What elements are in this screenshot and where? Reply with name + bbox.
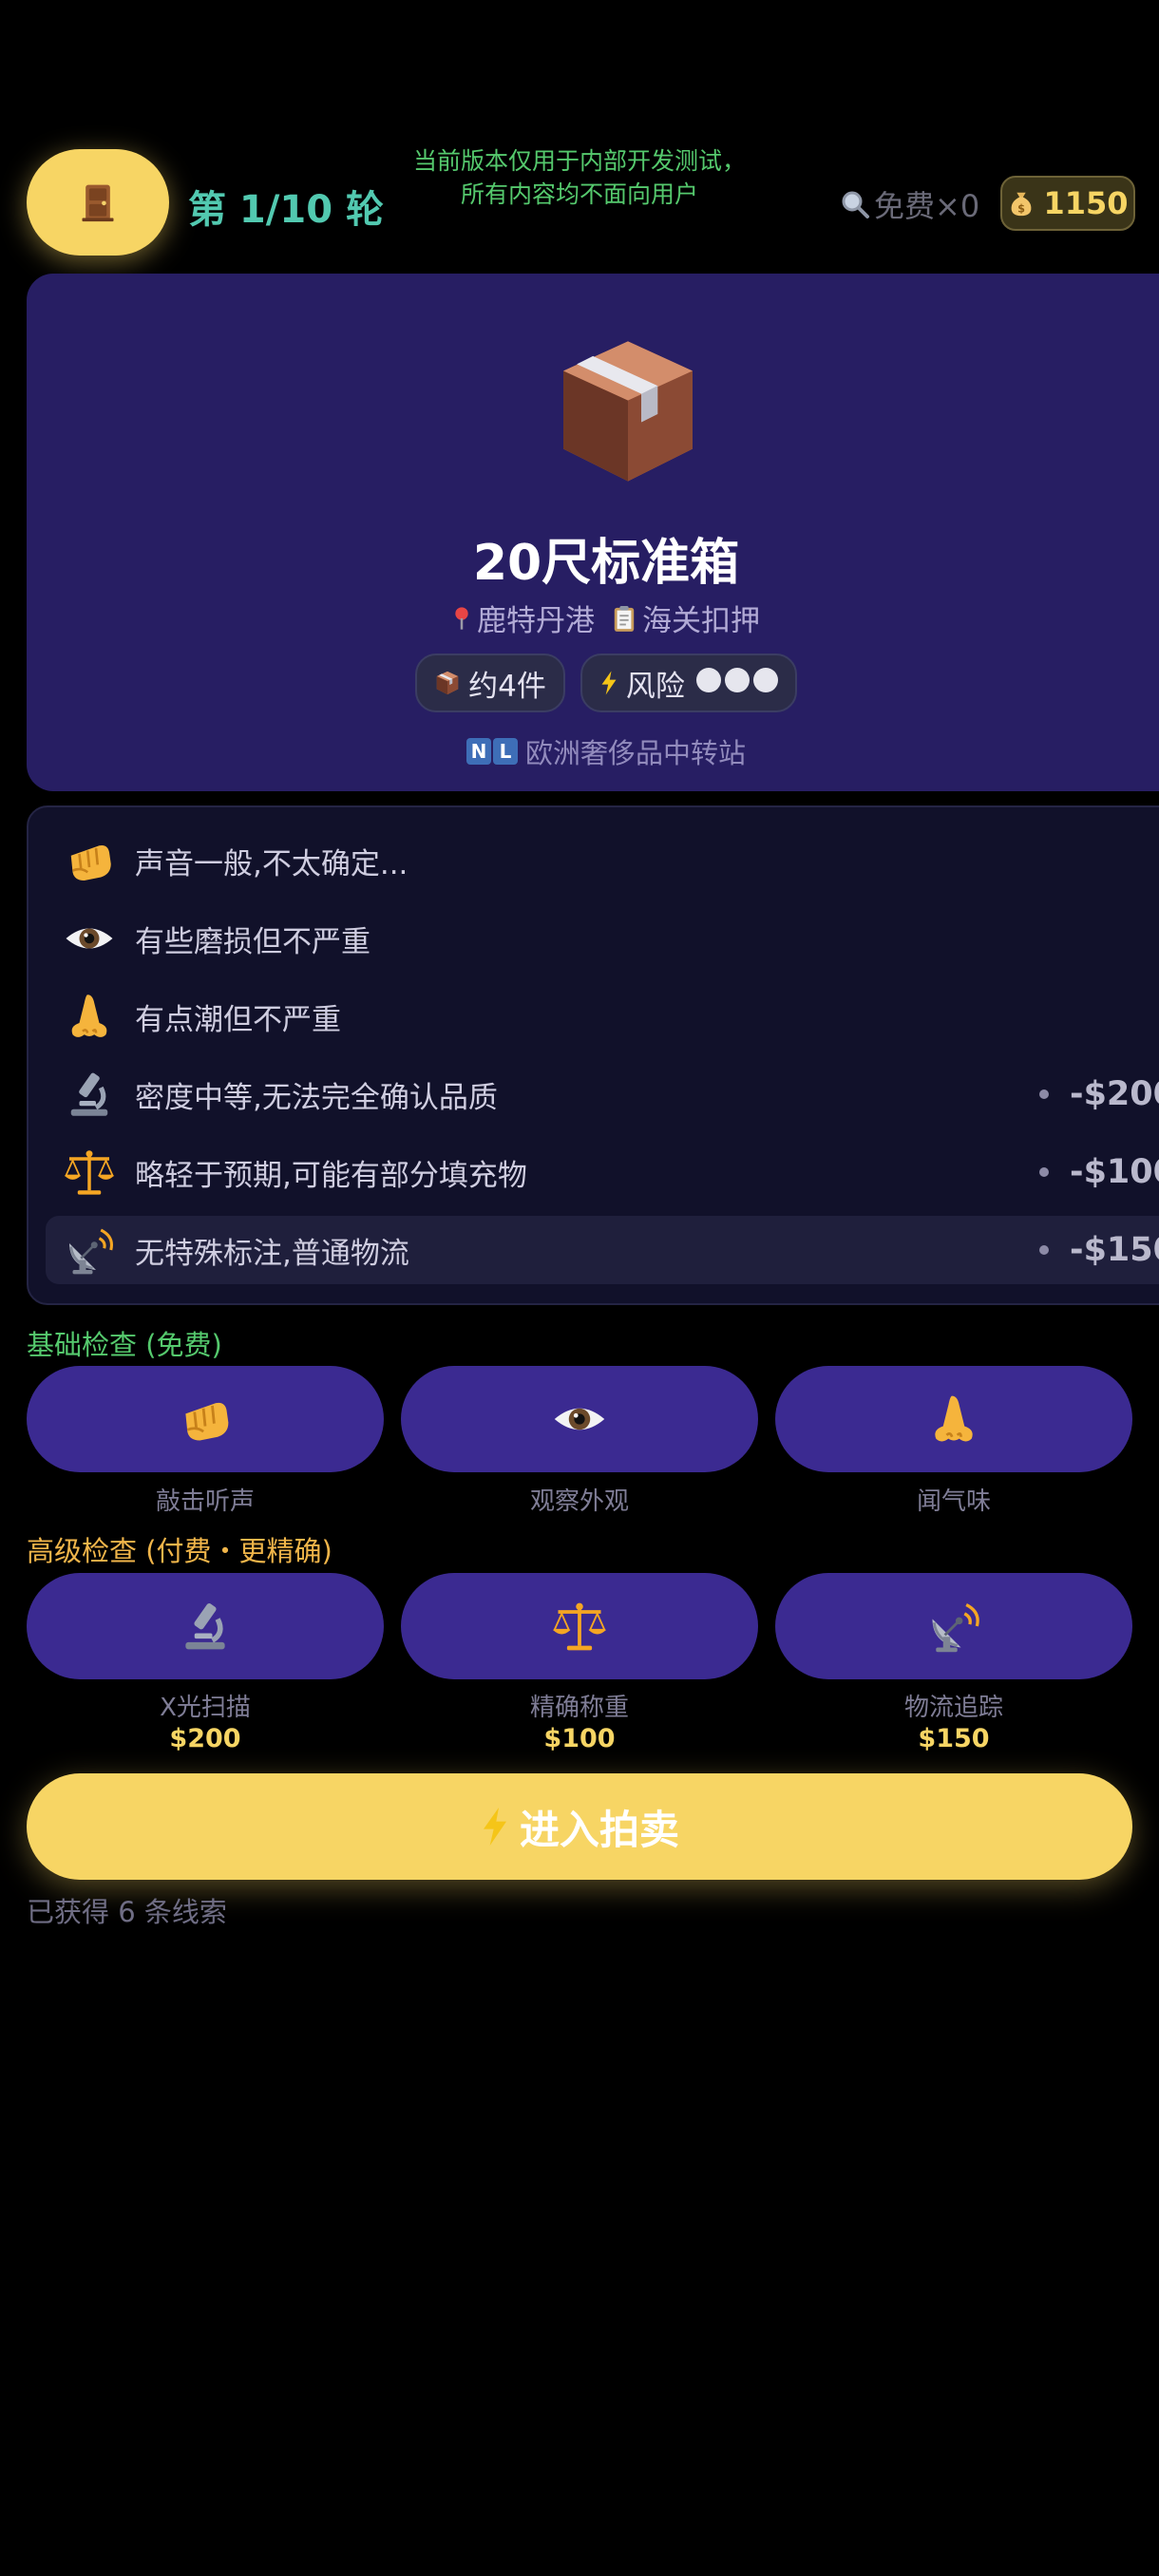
xray-price: $200 [169, 1724, 241, 1753]
status-label: 海关扣押 [642, 604, 760, 638]
observe-caption: 观察外观 [529, 1487, 629, 1516]
smell-caption: 闻气味 [916, 1487, 991, 1516]
item-count-badge: 约4件 [415, 653, 565, 712]
container-title: 20尺标准箱 [472, 535, 740, 592]
clue-dot [1039, 1167, 1050, 1177]
microscope-icon [177, 1598, 234, 1655]
advanced-section-label: 高级检查 (付费・更精确) [27, 1535, 332, 1567]
enter-auction-button[interactable]: 进入拍卖 [27, 1773, 1132, 1880]
pin-icon [452, 605, 471, 632]
clue-row: 有点潮但不严重 [46, 982, 1159, 1051]
scales-icon [551, 1598, 608, 1655]
container-card: 20尺标准箱 鹿特丹港 海关扣押 约4件 风险 N L 欧洲奢侈品中转站 [27, 274, 1159, 791]
free-search-counter[interactable]: 免费×0 [840, 182, 979, 226]
clue-dot [1039, 1089, 1050, 1099]
location-label: 鹿特丹港 [477, 604, 595, 638]
container-meta: 鹿特丹港 海关扣押 [27, 597, 1159, 639]
clue-text: 有点潮但不严重 [135, 1002, 341, 1037]
xray-scan-button[interactable] [27, 1573, 384, 1679]
dev-notice: 当前版本仅用于内部开发测试， 所有内容均不面向用户 [399, 144, 760, 211]
clue-row: 密度中等,无法完全确认品质 -$200 [46, 1060, 1159, 1128]
risk-dots [693, 666, 778, 700]
fist-icon [63, 834, 116, 887]
container-tags: 约4件 风险 [27, 653, 1159, 712]
smell-button[interactable] [775, 1366, 1132, 1472]
clue-text: 有些磨损但不严重 [135, 924, 370, 959]
clue-cost: -$100 [1070, 1153, 1159, 1191]
tap-listen-caption: 敲击听声 [155, 1487, 255, 1516]
coin-balance: 1150 [1000, 176, 1135, 231]
risk-badge: 风险 [580, 653, 797, 712]
clue-dot [1039, 1245, 1050, 1255]
tap-listen-button[interactable] [27, 1366, 384, 1472]
enter-auction-label: 进入拍卖 [519, 1806, 679, 1853]
weigh-price: $100 [543, 1724, 616, 1753]
fist-icon [177, 1391, 234, 1448]
observe-button[interactable] [401, 1366, 758, 1472]
clue-text: 密度中等,无法完全确认品质 [135, 1080, 498, 1115]
item-count-label: 约4件 [468, 669, 546, 704]
eye-icon [63, 912, 116, 965]
package-icon [434, 670, 461, 696]
xray-caption: X光扫描 [160, 1694, 251, 1722]
exit-button[interactable] [27, 149, 169, 256]
risk-dot [724, 668, 750, 692]
clue-text: 无特殊标注,普通物流 [135, 1236, 409, 1271]
microscope-icon [63, 1068, 116, 1121]
clue-cost: -$200 [1070, 1075, 1159, 1113]
basic-inspection-buttons [27, 1366, 1132, 1472]
nose-icon [63, 990, 116, 1043]
dev-notice-line1: 当前版本仅用于内部开发测试， [412, 147, 746, 175]
flag-letter: L [492, 738, 518, 765]
track-price: $150 [918, 1724, 990, 1753]
logistics-track-button[interactable] [775, 1573, 1132, 1679]
clue-row: 无特殊标注,普通物流 -$150 [46, 1216, 1159, 1284]
location: 鹿特丹港 [452, 597, 595, 639]
lightning-icon [480, 1806, 510, 1847]
clipboard-icon [612, 604, 636, 633]
precise-weigh-button[interactable] [401, 1573, 758, 1679]
money-bag-icon [1007, 189, 1036, 218]
round-indicator: 第 1/10 轮 [188, 188, 384, 232]
dev-notice-line2: 所有内容均不面向用户 [460, 180, 698, 208]
clue-count: 已获得 6 条线索 [27, 1896, 227, 1928]
basic-section-label: 基础检查 (免费) [27, 1329, 222, 1361]
magnifier-icon [840, 189, 870, 219]
clue-cost: -$150 [1070, 1231, 1159, 1269]
clue-row: 有些磨损但不严重 [46, 904, 1159, 973]
clue-list: 声音一般,不太确定... 有些磨损但不严重 有点潮但不严重 密度中等,无法完全确… [27, 805, 1159, 1305]
risk-dot [752, 668, 778, 692]
door-icon [77, 181, 119, 223]
satellite-icon [63, 1223, 116, 1277]
origin: N L 欧洲奢侈品中转站 [27, 731, 1159, 771]
clue-text: 略轻于预期,可能有部分填充物 [135, 1158, 527, 1193]
track-caption: 物流追踪 [903, 1694, 1003, 1722]
coin-amount: 1150 [1043, 185, 1129, 221]
flag-letter: N [466, 738, 491, 765]
lightning-icon [599, 670, 618, 696]
satellite-icon [925, 1598, 982, 1655]
status: 海关扣押 [612, 597, 760, 639]
scales-icon [63, 1146, 116, 1199]
eye-icon [551, 1391, 608, 1448]
clue-row: 略轻于预期,可能有部分填充物 -$100 [46, 1138, 1159, 1206]
advanced-inspection-buttons [27, 1573, 1132, 1679]
weigh-caption: 精确称重 [529, 1694, 629, 1722]
origin-label: 欧洲奢侈品中转站 [524, 737, 746, 769]
package-icon [547, 331, 709, 492]
risk-label: 风险 [625, 669, 685, 704]
clue-row: 声音一般,不太确定... [46, 826, 1159, 895]
free-search-label: 免费×0 [874, 188, 980, 224]
risk-dot [695, 668, 721, 692]
nose-icon [925, 1391, 982, 1448]
flag-icon: N L [466, 738, 518, 765]
clue-text: 声音一般,不太确定... [135, 846, 408, 881]
